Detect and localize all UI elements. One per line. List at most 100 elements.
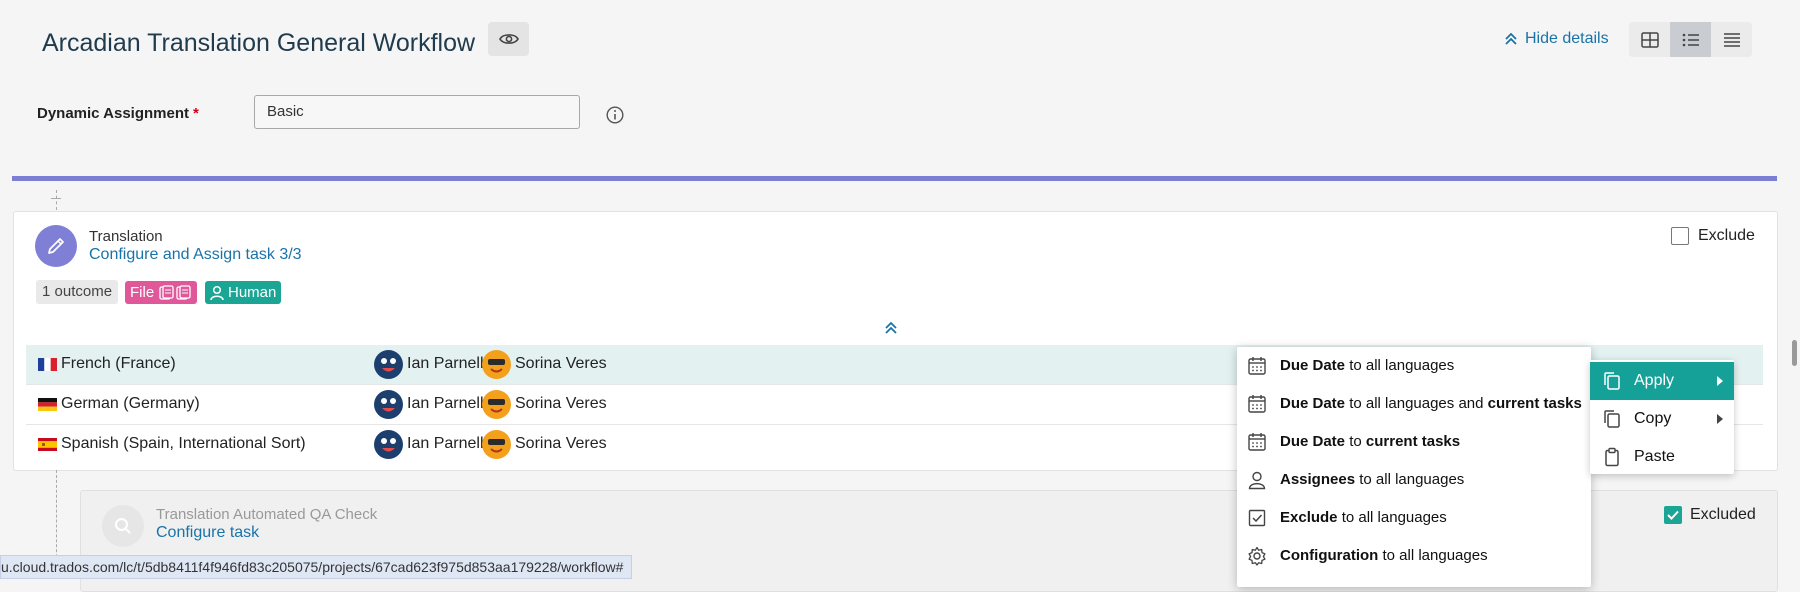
menu-item-bold2: current tasks xyxy=(1365,433,1461,450)
menu-item-rest: to all languages xyxy=(1345,357,1455,374)
documents-icon xyxy=(158,284,192,301)
actions-menu: Apply Copy Paste xyxy=(1590,360,1734,474)
exclude-label: Exclude xyxy=(1698,227,1755,244)
excluded-checkbox-box[interactable] xyxy=(1664,506,1682,524)
assignee: Sorina Veres xyxy=(482,349,607,379)
bullet-list-icon xyxy=(1682,32,1700,48)
avatar xyxy=(482,389,511,419)
configure-task-link[interactable]: Configure task xyxy=(156,524,259,542)
hide-details-label: Hide details xyxy=(1525,30,1609,47)
dynamic-assignment-input[interactable]: Basic xyxy=(254,95,580,129)
menu-item-due-date-all[interactable]: Due Date to all languages xyxy=(1237,347,1591,385)
assignee: Ian Parnell xyxy=(374,429,484,459)
menu-item-rest: to xyxy=(1345,433,1366,450)
preview-button[interactable] xyxy=(488,22,529,56)
info-icon[interactable] xyxy=(606,106,624,124)
menu-item-exclude[interactable]: Exclude to all languages xyxy=(1237,499,1591,537)
menu-item-rest: to all languages and xyxy=(1345,395,1488,412)
qa-task-avatar xyxy=(102,505,144,547)
menu-item-bold: Due Date xyxy=(1280,433,1346,450)
task-avatar xyxy=(35,225,77,267)
hide-details-link[interactable]: Hide details xyxy=(1505,30,1609,48)
copy-icon xyxy=(1602,371,1622,391)
copy-icon xyxy=(1602,409,1622,429)
double-chevron-up-icon xyxy=(885,321,897,335)
grid-icon xyxy=(1640,31,1659,48)
avatar xyxy=(482,429,511,459)
configure-assign-link[interactable]: Configure and Assign task 3/3 xyxy=(89,246,302,264)
person-icon xyxy=(1247,470,1267,490)
workflow-connector xyxy=(56,190,58,210)
menu-item-bold: Due Date xyxy=(1280,357,1346,374)
dynamic-assignment-label: Dynamic Assignment * xyxy=(37,105,199,122)
flag-de-icon xyxy=(38,398,57,411)
menu-item-assignees[interactable]: Assignees to all languages xyxy=(1237,461,1591,499)
status-bar-url: u.cloud.trados.com/lc/t/5db8411f4f946fd8… xyxy=(0,555,633,579)
task-name: Translation xyxy=(89,228,163,245)
assignee: Ian Parnell xyxy=(374,389,484,419)
calendar-icon xyxy=(1247,432,1267,452)
menu-item-bold: Configuration xyxy=(1280,547,1379,564)
stage-divider xyxy=(12,176,1777,181)
menu-item-due-date-all-current[interactable]: Due Date to all languages and current ta… xyxy=(1237,385,1591,423)
menu-item-text: Due Date to all languages xyxy=(1280,357,1454,374)
exclude-checkbox-box[interactable] xyxy=(1671,227,1689,245)
menu-item-bold: Assignees xyxy=(1280,471,1356,488)
required-marker: * xyxy=(193,105,199,122)
menu-item-paste[interactable]: Paste xyxy=(1590,438,1734,476)
assignee: Ian Parnell xyxy=(374,349,484,379)
excluded-checkbox[interactable]: Excluded xyxy=(1664,506,1756,524)
menu-item-due-date-current[interactable]: Due Date to current tasks xyxy=(1237,423,1591,461)
workflow-connector-tick xyxy=(51,198,61,199)
exclude-checkbox[interactable]: Exclude xyxy=(1671,227,1755,245)
clipboard-icon xyxy=(1602,447,1622,467)
menu-item-bold: Due Date xyxy=(1280,395,1346,412)
menu-item-bold2: current tasks xyxy=(1487,395,1582,412)
assignee-name: Sorina Veres xyxy=(515,355,607,372)
assignee-name: Sorina Veres xyxy=(515,435,607,452)
menu-item-apply[interactable]: Apply xyxy=(1590,362,1734,400)
avatar xyxy=(374,429,403,459)
avatar xyxy=(374,349,403,379)
grid-view-button[interactable] xyxy=(1629,22,1670,57)
avatar xyxy=(374,389,403,419)
excluded-label: Excluded xyxy=(1690,506,1756,523)
menu-item-rest: to all languages xyxy=(1355,471,1465,488)
language-name: German (Germany) xyxy=(61,395,200,412)
lines-icon xyxy=(1723,32,1741,48)
assignee: Sorina Veres xyxy=(482,389,607,419)
menu-item-text: Configuration to all languages xyxy=(1280,547,1488,564)
dynamic-assignment-text: Dynamic Assignment xyxy=(37,105,189,122)
language-name: Spanish (Spain, International Sort) xyxy=(61,435,306,452)
language-name: French (France) xyxy=(61,355,176,372)
menu-item-text: Due Date to current tasks xyxy=(1280,433,1460,450)
assignee-name: Sorina Veres xyxy=(515,395,607,412)
menu-item-text: Due Date to all languages and current ta… xyxy=(1280,395,1582,412)
caret-right-icon xyxy=(1716,375,1724,387)
page-title: Arcadian Translation General Workflow xyxy=(42,29,476,57)
menu-item-text: Assignees to all languages xyxy=(1280,471,1464,488)
calendar-icon xyxy=(1247,394,1267,414)
compact-view-button[interactable] xyxy=(1711,22,1752,57)
menu-item-bold: Exclude xyxy=(1280,509,1338,526)
menu-item-rest: to all languages xyxy=(1378,547,1488,564)
caret-right-icon xyxy=(1716,413,1724,425)
avatar xyxy=(482,349,511,379)
list-view-button[interactable] xyxy=(1670,22,1711,57)
outcome-badge: 1 outcome xyxy=(36,280,119,304)
collapse-languages-button[interactable] xyxy=(885,321,897,335)
gear-icon xyxy=(1247,546,1267,566)
qa-task-name: Translation Automated QA Check xyxy=(156,506,378,523)
checkbox-icon xyxy=(1247,508,1267,528)
menu-item-copy[interactable]: Copy xyxy=(1590,400,1734,438)
pencil-icon xyxy=(46,236,66,256)
assignee-name: Ian Parnell xyxy=(407,435,484,452)
flag-fr-icon xyxy=(38,358,57,371)
assignee-name: Ian Parnell xyxy=(407,355,484,372)
menu-item-text: Exclude to all languages xyxy=(1280,509,1447,526)
human-badge-label: Human xyxy=(228,284,277,301)
page-scrollbar[interactable] xyxy=(1792,340,1797,366)
menu-item-configuration[interactable]: Configuration to all languages xyxy=(1237,537,1591,575)
assignee: Sorina Veres xyxy=(482,429,607,459)
double-chevron-up-icon xyxy=(1505,32,1517,46)
